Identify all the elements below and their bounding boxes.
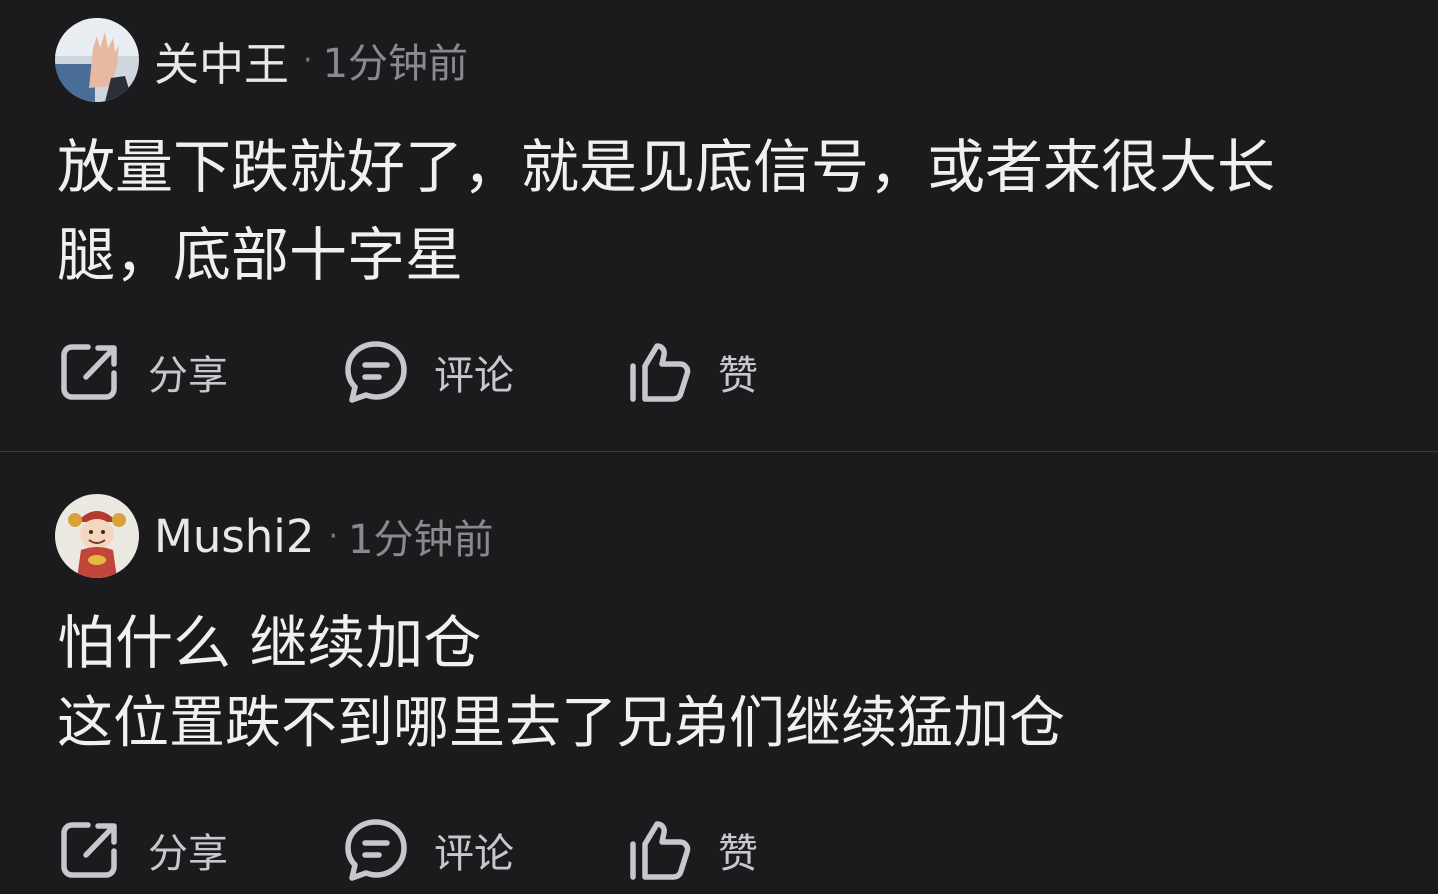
comment-button[interactable]: 评论: [344, 339, 514, 405]
timestamp: 1分钟前: [322, 41, 469, 87]
thumbs-up-icon: [630, 343, 691, 402]
comment-line: 放量下跌就好了，就是见底信号，或者来很大长: [57, 133, 1276, 201]
comment-label: 评论: [434, 831, 514, 877]
avatar[interactable]: [55, 494, 139, 578]
comment-text: 放量下跌就好了，就是见底信号，或者来很大长 腿，底部十字星: [57, 123, 1387, 299]
comment-line: 这位置跌不到哪里去了兄弟们继续猛加仓: [57, 691, 1065, 756]
comment-header: 关中王 · 1分钟前: [55, 18, 468, 102]
avatar[interactable]: [55, 18, 139, 102]
comment-text: 怕什么 继续加仓 这位置跌不到哪里去了兄弟们继续猛加仓: [57, 602, 1387, 764]
share-button[interactable]: 分享: [58, 817, 228, 883]
share-icon: [61, 822, 117, 878]
comment-title: 怕什么 继续加仓: [57, 609, 482, 677]
comment-label: 评论: [434, 353, 514, 399]
username[interactable]: Mushi2: [154, 510, 314, 563]
comment-line: 腿，底部十字星: [57, 221, 464, 289]
comment-button[interactable]: 评论: [344, 817, 514, 883]
separator-dot: ·: [328, 518, 338, 554]
share-label: 分享: [148, 831, 228, 877]
separator-dot: ·: [303, 42, 313, 78]
action-bar: 分享 评论 赞: [58, 339, 858, 405]
share-icon: [61, 344, 117, 400]
action-bar: 分享 评论 赞: [58, 817, 858, 883]
comment-icon: [345, 819, 407, 881]
timestamp: 1分钟前: [348, 517, 494, 563]
username[interactable]: 关中王: [154, 28, 289, 93]
comment-header: Mushi2 · 1分钟前: [55, 494, 493, 578]
like-button[interactable]: 赞: [628, 817, 758, 883]
share-label: 分享: [148, 353, 228, 399]
like-button[interactable]: 赞: [628, 339, 758, 405]
comment-icon: [345, 341, 407, 403]
comment-item: 关中王 · 1分钟前 放量下跌就好了，就是见底信号，或者来很大长 腿，底部十字星…: [0, 0, 1438, 452]
comment-item: Mushi2 · 1分钟前 怕什么 继续加仓 这位置跌不到哪里去了兄弟们继续猛加…: [0, 452, 1438, 894]
like-label: 赞: [718, 353, 758, 399]
share-button[interactable]: 分享: [58, 339, 228, 405]
thumbs-up-icon: [630, 821, 691, 880]
like-label: 赞: [718, 831, 758, 877]
